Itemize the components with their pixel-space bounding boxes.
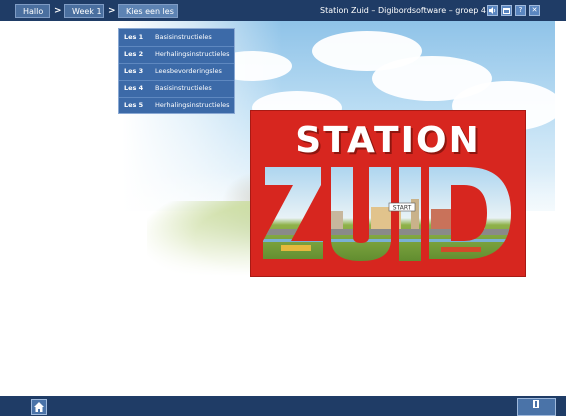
speaker-button[interactable] xyxy=(487,5,498,16)
start-sign: START xyxy=(393,205,412,212)
app-title: Station Zuid – Digibordsoftware – groep … xyxy=(320,6,486,15)
breadcrumb-separator: > xyxy=(108,6,116,16)
help-button[interactable]: ? xyxy=(515,5,526,16)
lesson-number: Les 1 xyxy=(124,33,144,41)
station-zuid-logo: STATION START xyxy=(250,110,526,277)
close-icon: ✕ xyxy=(531,6,538,14)
logo-word-zuid: START xyxy=(263,167,511,261)
lesson-number: Les 4 xyxy=(124,84,144,92)
lesson-number: Les 2 xyxy=(124,50,144,58)
app-window: Hallo > Week 1 > Kies een les Station Zu… xyxy=(0,0,566,416)
restore-window-icon xyxy=(503,8,510,14)
home-icon xyxy=(34,402,44,412)
breadcrumb-choose-lesson[interactable]: Kies een les xyxy=(118,4,178,18)
home-button[interactable] xyxy=(31,399,47,415)
menu-item-les-5[interactable]: Les 5 Herhalingsinstructieles xyxy=(119,97,234,114)
menu-item-les-3[interactable]: Les 3 Leesbevorderingsles xyxy=(119,63,234,80)
lesson-dropdown-menu: Les 1 Basisinstructieles Les 2 Herhaling… xyxy=(118,28,235,114)
help-icon: ? xyxy=(518,6,523,14)
menu-item-les-1[interactable]: Les 1 Basisinstructieles xyxy=(119,29,234,46)
lesson-label: Herhalingsinstructieles xyxy=(155,101,230,109)
exit-door-icon xyxy=(533,400,539,408)
menu-item-les-2[interactable]: Les 2 Herhalingsinstructieles xyxy=(119,46,234,63)
menu-item-les-4[interactable]: Les 4 Basisinstructieles xyxy=(119,80,234,97)
breadcrumb-separator: > xyxy=(54,6,62,16)
speaker-icon xyxy=(489,7,496,14)
close-button[interactable]: ✕ xyxy=(529,5,540,16)
bottom-bar xyxy=(0,396,566,416)
lesson-number: Les 3 xyxy=(124,67,144,75)
exit-button[interactable] xyxy=(517,398,556,416)
breadcrumb-hallo[interactable]: Hallo xyxy=(15,4,50,18)
lesson-label: Leesbevorderingsles xyxy=(155,67,222,75)
lesson-label: Basisinstructieles xyxy=(155,84,212,92)
lesson-label: Basisinstructieles xyxy=(155,33,212,41)
top-bar: Hallo > Week 1 > Kies een les Station Zu… xyxy=(0,0,566,21)
lesson-number: Les 5 xyxy=(124,101,144,109)
lesson-label: Herhalingsinstructieles xyxy=(155,50,230,58)
restore-window-button[interactable] xyxy=(501,5,512,16)
breadcrumb-week[interactable]: Week 1 xyxy=(64,4,104,18)
logo-word-station: STATION xyxy=(295,120,481,161)
